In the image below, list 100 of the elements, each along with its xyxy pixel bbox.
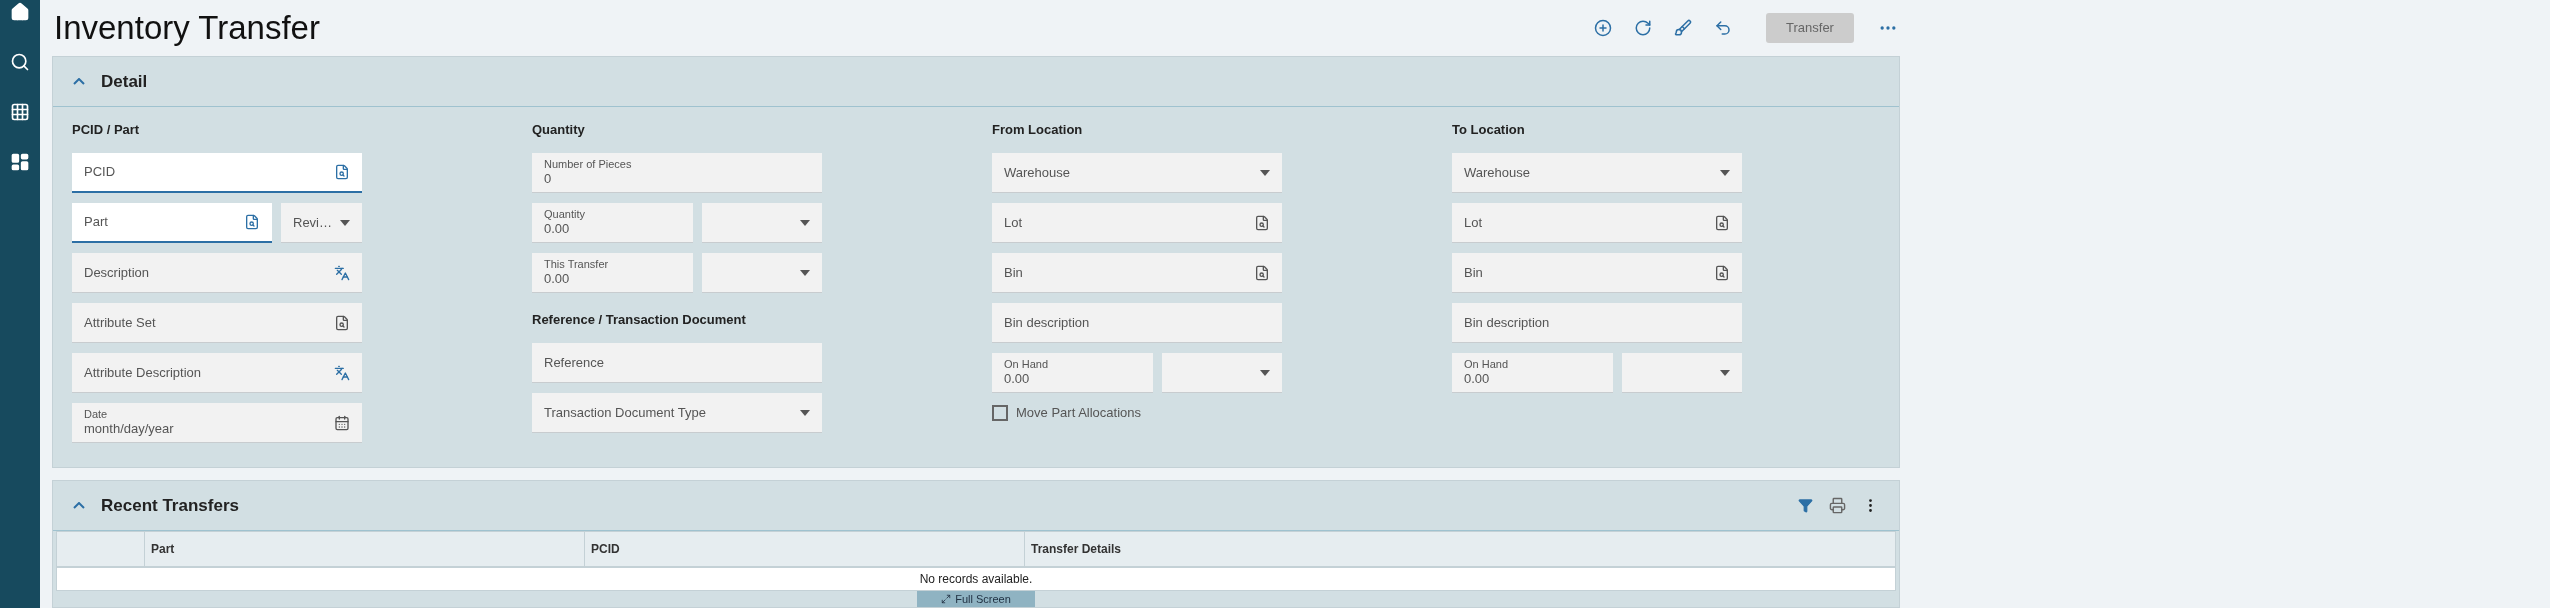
expand-icon [941,594,952,604]
caret-icon [800,219,810,226]
search-icon[interactable] [334,164,350,180]
translate-icon[interactable] [334,364,350,381]
column-header[interactable]: Transfer Details [1031,540,1122,558]
caret-icon [1260,369,1270,376]
field-value: 0.00 [544,221,571,238]
section-heading: Quantity [532,121,586,139]
full-screen-button[interactable]: Full Screen [917,591,1035,607]
column-header[interactable]: PCID [591,540,620,558]
search-icon[interactable] [334,314,350,331]
search-icon[interactable] [1254,214,1270,231]
field-placeholder: Bin [1464,263,1483,282]
search-icon[interactable] [10,52,30,72]
section-heading: PCID / Part [72,121,141,139]
caret-icon [800,269,810,276]
section-heading: Reference / Transaction Document [532,311,747,329]
input-field[interactable]: On Hand 0.00 [992,353,1153,393]
field-placeholder: Bin [1004,263,1023,282]
input-field[interactable]: Bin description [1452,303,1742,343]
input-field[interactable]: Lot [992,203,1282,243]
undo-icon[interactable] [1714,19,1732,37]
input-field[interactable]: Bin [992,253,1282,293]
panel-title: Recent Transfers [101,494,239,517]
dropdown-field[interactable] [1162,353,1282,393]
refresh-icon[interactable] [1634,19,1652,37]
caret-icon [1260,169,1270,176]
print-icon[interactable] [1829,497,1846,514]
caret-icon [800,409,810,416]
field-label: Quantity [544,207,585,222]
input-field[interactable]: Attribute Description [72,353,362,393]
panel-title: Detail [101,70,148,93]
input-field[interactable]: Part [72,203,272,243]
dropdown-field[interactable]: Warehouse [992,153,1282,193]
field-placeholder: PCID [84,163,116,182]
empty-message: No records available. [56,567,1896,591]
dropdown-field[interactable]: Revi… [281,203,362,243]
caret-icon [1720,169,1730,176]
input-field[interactable]: Bin description [992,303,1282,343]
input-field[interactable]: PCID [72,153,362,193]
dropdown-field[interactable]: Transaction Document Type [532,393,822,433]
grid-icon[interactable] [10,102,30,122]
field-placeholder: Bin description [1464,313,1550,332]
field-placeholder: Part [84,213,108,232]
calendar-icon[interactable] [334,414,350,431]
page-title: Inventory Transfer [54,8,320,49]
search-icon[interactable] [1254,264,1270,281]
input-field[interactable]: Quantity 0.00 [532,203,693,243]
input-field[interactable]: Description [72,253,362,293]
field-placeholder: Transaction Document Type [544,403,706,422]
dropdown-field[interactable] [702,253,822,293]
add-icon[interactable] [1594,19,1612,37]
input-field[interactable]: Attribute Set [72,303,362,343]
field-placeholder: Lot [1004,213,1023,232]
section-heading: From Location [992,121,1084,139]
field-label: On Hand [1464,357,1509,372]
field-label: On Hand [1004,357,1049,372]
input-field[interactable]: Reference [532,343,822,383]
search-icon[interactable] [244,214,260,230]
search-icon[interactable] [1714,264,1730,281]
input-field[interactable]: On Hand 0.00 [1452,353,1613,393]
home-icon[interactable] [10,2,30,22]
field-value: 0 [544,171,553,188]
field-label: This Transfer [544,257,609,272]
field-placeholder: Bin description [1004,313,1090,332]
dropdown-field[interactable] [702,203,822,243]
column-header[interactable]: Part [151,540,175,558]
dropdown-field[interactable] [1622,353,1742,393]
field-placeholder: Lot [1464,213,1483,232]
field-value: month/day/year [84,421,174,438]
chevron-up-icon [73,78,85,85]
input-field[interactable]: Lot [1452,203,1742,243]
checkbox[interactable] [992,405,1008,421]
filter-icon[interactable] [1798,498,1813,513]
translate-icon[interactable] [334,264,350,281]
field-value: 0.00 [544,271,571,288]
caret-icon [340,219,350,226]
search-icon[interactable] [1714,214,1730,231]
field-placeholder: Warehouse [1464,163,1530,182]
field-value: 0.00 [1004,371,1031,388]
field-value: 0.00 [1464,371,1491,388]
field-placeholder: Description [84,263,150,282]
input-field[interactable]: Date month/day/year [72,403,362,443]
field-placeholder: Revi… [293,213,332,232]
field-label: Number of Pieces [544,157,632,172]
input-field[interactable]: Number of Pieces 0 [532,153,822,193]
field-placeholder: Attribute Set [84,313,156,332]
collapse-button[interactable] [73,502,85,509]
input-field[interactable]: This Transfer 0.00 [532,253,693,293]
brush-icon[interactable] [1674,19,1692,37]
chevron-up-icon [73,502,85,509]
checkbox-label: Move Part Allocations [1016,404,1141,423]
caret-icon [1720,369,1730,376]
field-placeholder: Attribute Description [84,363,202,382]
field-placeholder: Reference [544,353,604,372]
dashboard-icon[interactable] [10,152,30,172]
field-placeholder: Warehouse [1004,163,1070,182]
collapse-button[interactable] [73,78,85,85]
dropdown-field[interactable]: Warehouse [1452,153,1742,193]
input-field[interactable]: Bin [1452,253,1742,293]
